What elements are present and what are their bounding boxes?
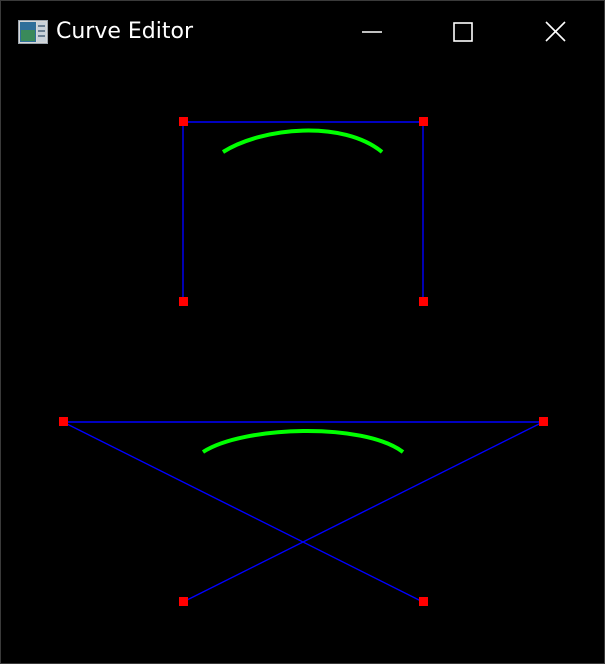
control-point[interactable] [419,297,428,306]
bezier-curve-1 [221,128,384,154]
control-point[interactable] [179,297,188,306]
control-point[interactable] [59,417,68,426]
control-point[interactable] [179,597,188,606]
control-polygon-1 [182,121,424,301]
curve-editor-window: Curve Editor [0,0,605,664]
control-polygon-2 [62,421,544,603]
control-point[interactable] [539,417,548,426]
curve-1 [179,117,428,306]
curve-2 [59,417,548,606]
control-point[interactable] [179,117,188,126]
control-point[interactable] [419,117,428,126]
bezier-curve-2 [201,428,405,454]
curve-canvas[interactable] [1,1,604,663]
control-point[interactable] [419,597,428,606]
